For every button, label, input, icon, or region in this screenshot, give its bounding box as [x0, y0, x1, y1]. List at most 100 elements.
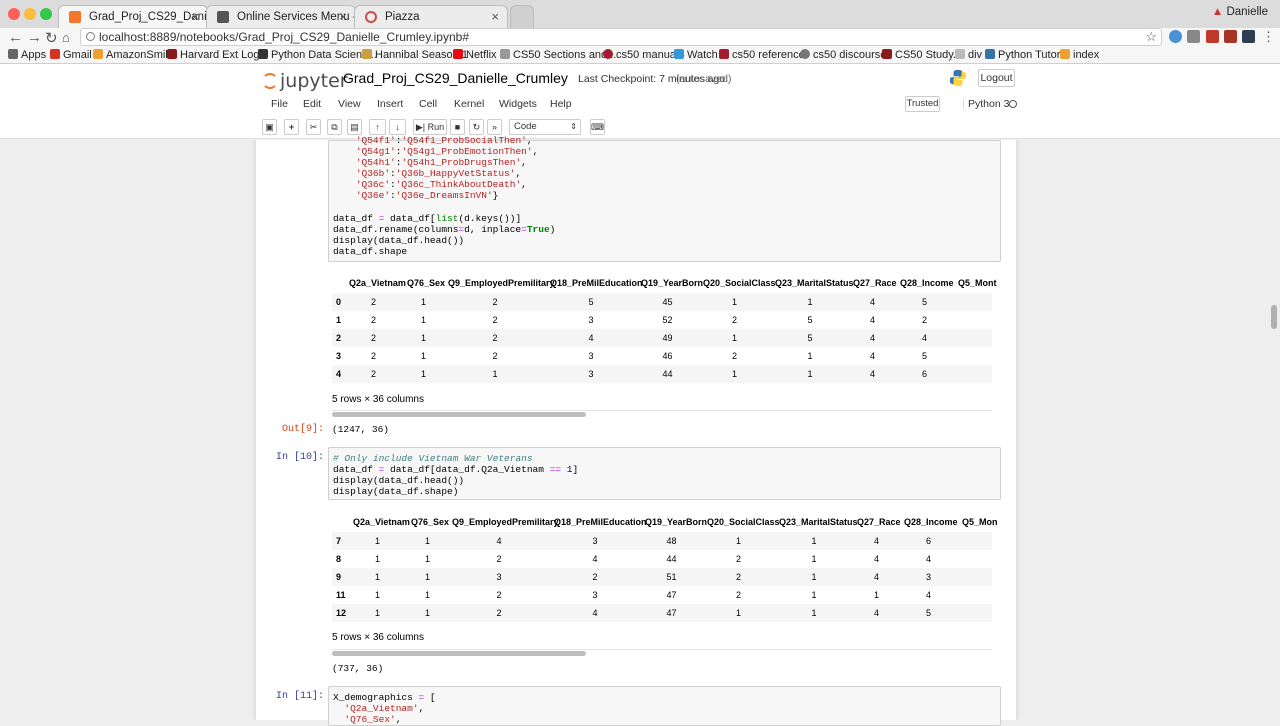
extension-dark-icon[interactable]	[1242, 30, 1255, 43]
interrupt-icon[interactable]: ■	[450, 119, 465, 135]
table-cell: 1	[731, 333, 737, 343]
table-cell: 3	[592, 536, 598, 546]
close-tab-icon[interactable]: ×	[339, 6, 347, 28]
menu-view[interactable]: View	[338, 98, 361, 110]
profile-button[interactable]: ▲ Danielle	[1212, 6, 1268, 18]
menu-widgets[interactable]: Widgets	[499, 98, 537, 110]
table-cell: 4	[592, 608, 598, 618]
in-prompt-11: In [11]:	[275, 691, 324, 702]
trusted-badge[interactable]: Trusted	[905, 96, 940, 112]
bookmark-star-icon[interactable]: ☆	[1145, 29, 1157, 45]
tab-title: Grad_Proj_CS29_Danielle_Crum	[89, 11, 207, 23]
table-cell: 44	[662, 369, 673, 379]
cast-icon[interactable]	[1187, 30, 1200, 43]
close-tab-icon[interactable]: ×	[191, 6, 199, 28]
code-cell-11[interactable]: X_demographics = [ 'Q2a_Vietnam', 'Q76_S…	[328, 686, 1001, 726]
table-cell: 3	[925, 572, 931, 582]
table-cell: 4	[925, 590, 931, 600]
bookmark-netflix[interactable]: Netflix	[453, 49, 497, 61]
table-cell: 2	[735, 554, 741, 564]
table-cell: 4	[869, 315, 875, 325]
extension-icon[interactable]	[1169, 30, 1182, 43]
notebook-name[interactable]: Grad_Proj_CS29_Danielle_Crumley	[343, 70, 568, 86]
bookmark-cs50-manual[interactable]: cs50 manual	[603, 49, 678, 61]
bookmark-gmail[interactable]: Gmail	[50, 49, 92, 61]
forward-arrow-icon[interactable]: →	[27, 29, 42, 46]
insert-cell-icon[interactable]: +	[284, 119, 299, 135]
bookmark-harvard-ext-login[interactable]: Harvard Ext Login	[167, 49, 268, 61]
table-cell: 48	[666, 536, 677, 546]
run-button[interactable]: ▶| Run	[413, 119, 447, 135]
dataframe-hscroll[interactable]	[332, 410, 992, 417]
table-cell: 4	[925, 554, 931, 564]
new-tab-button[interactable]	[510, 5, 534, 30]
restart-run-all-icon[interactable]: »	[487, 119, 502, 135]
table-row: 12 1 1 2 4 47 1 1 4 5	[332, 604, 992, 622]
dataframe-hscroll[interactable]	[332, 649, 992, 656]
logout-button[interactable]: Logout	[978, 69, 1015, 87]
table-cell: 1	[811, 590, 817, 600]
tab-notebook[interactable]: Grad_Proj_CS29_Danielle_Crum ×	[58, 5, 208, 30]
paste-icon[interactable]: ▤	[347, 119, 362, 135]
jupyter-logo[interactable]: jupyter	[262, 70, 348, 92]
table-cell: 1	[424, 536, 430, 546]
dataframe-column-header: Q19_YearBorn	[645, 517, 708, 527]
table-cell: 5	[921, 351, 927, 361]
cut-icon[interactable]: ✂	[306, 119, 321, 135]
tab-online-services[interactable]: Online Services Menu - Harvar ×	[206, 5, 356, 30]
jupyter-orb-icon	[262, 73, 278, 89]
bookmark-python-data-science[interactable]: Python Data Scienc...	[258, 49, 377, 61]
bookmark-cs50-discourse[interactable]: cs50 discourse	[800, 49, 886, 61]
dataframe-column-header: Q23_MaritalStatus	[775, 278, 854, 288]
url-text: localhost:8889/notebooks/Grad_Proj_CS29_…	[99, 30, 470, 44]
back-arrow-icon[interactable]: ←	[8, 29, 23, 46]
table-cell: 4	[873, 608, 879, 618]
minimize-window-button[interactable]	[24, 8, 36, 20]
code-cell-10[interactable]: # Only include Vietnam War Veterans data…	[328, 447, 1001, 500]
address-bar[interactable]: localhost:8889/notebooks/Grad_Proj_CS29_…	[80, 28, 1162, 46]
close-window-button[interactable]	[8, 8, 20, 20]
code-cell-9[interactable]: 'Q54f1':'Q54f1_ProbSocialThen', 'Q54g1':…	[328, 135, 1001, 262]
jupyter-header: jupyter Grad_Proj_CS29_Danielle_Crumley …	[0, 64, 1280, 139]
row-index: 12	[336, 608, 347, 618]
reload-icon[interactable]: ↻	[45, 29, 58, 47]
bookmark-amazonsmile[interactable]: AmazonSmile	[93, 49, 174, 61]
table-cell: 1	[735, 536, 741, 546]
pdf-extension-icon[interactable]	[1206, 30, 1219, 43]
notebook-toolbar: ▣ + ✂ ⧉ ▤ ↑ ↓ ▶| Run ■ ↻ » Code ⇕ ⌨	[262, 119, 1020, 135]
copy-icon[interactable]: ⧉	[327, 119, 342, 135]
restart-icon[interactable]: ↻	[469, 119, 484, 135]
table-cell: 1	[374, 554, 380, 564]
tab-piazza[interactable]: Piazza ×	[354, 5, 508, 30]
dataframe-header-row: Q2a_Vietnam Q76_Sex Q9_EmployedPremilitary…	[332, 278, 997, 294]
bookmark-div[interactable]: div	[955, 49, 982, 61]
maximize-window-button[interactable]	[40, 8, 52, 20]
row-index: 9	[336, 572, 342, 582]
menu-kebab-icon[interactable]: ⋮	[1262, 30, 1275, 43]
bookmark-apps[interactable]: Apps	[8, 49, 46, 61]
tab-title: Online Services Menu - Harvar	[237, 11, 355, 23]
menu-help[interactable]: Help	[550, 98, 572, 110]
bookmark-cs50-reference[interactable]: cs50 reference	[719, 49, 805, 61]
move-up-icon[interactable]: ↑	[369, 119, 386, 135]
home-icon[interactable]: ⌂	[62, 30, 70, 45]
bookmark-index[interactable]: index	[1060, 49, 1099, 61]
row-index: 11	[336, 590, 346, 600]
move-down-icon[interactable]: ↓	[389, 119, 406, 135]
close-tab-icon[interactable]: ×	[491, 6, 499, 28]
cell-type-select[interactable]: Code ⇕	[509, 119, 581, 135]
bookmark-python-tutor[interactable]: Python Tutor	[985, 49, 1060, 61]
table-cell: 1	[420, 351, 426, 361]
menu-kernel[interactable]: Kernel	[454, 98, 484, 110]
bookmark-watch[interactable]: Watch	[674, 49, 718, 61]
save-icon[interactable]: ▣	[262, 119, 277, 135]
extension-r-icon[interactable]	[1224, 30, 1237, 43]
bookmark-cs50-sections[interactable]: CS50 Sections and...	[500, 49, 616, 61]
menu-insert[interactable]: Insert	[377, 98, 403, 110]
bookmark-cs50-study[interactable]: CS50 Study.	[882, 49, 956, 61]
page-scrollbar[interactable]	[1271, 305, 1277, 329]
keyboard-icon[interactable]: ⌨	[590, 119, 605, 135]
menu-file[interactable]: File	[271, 98, 288, 110]
menu-edit[interactable]: Edit	[303, 98, 321, 110]
menu-cell[interactable]: Cell	[419, 98, 437, 110]
